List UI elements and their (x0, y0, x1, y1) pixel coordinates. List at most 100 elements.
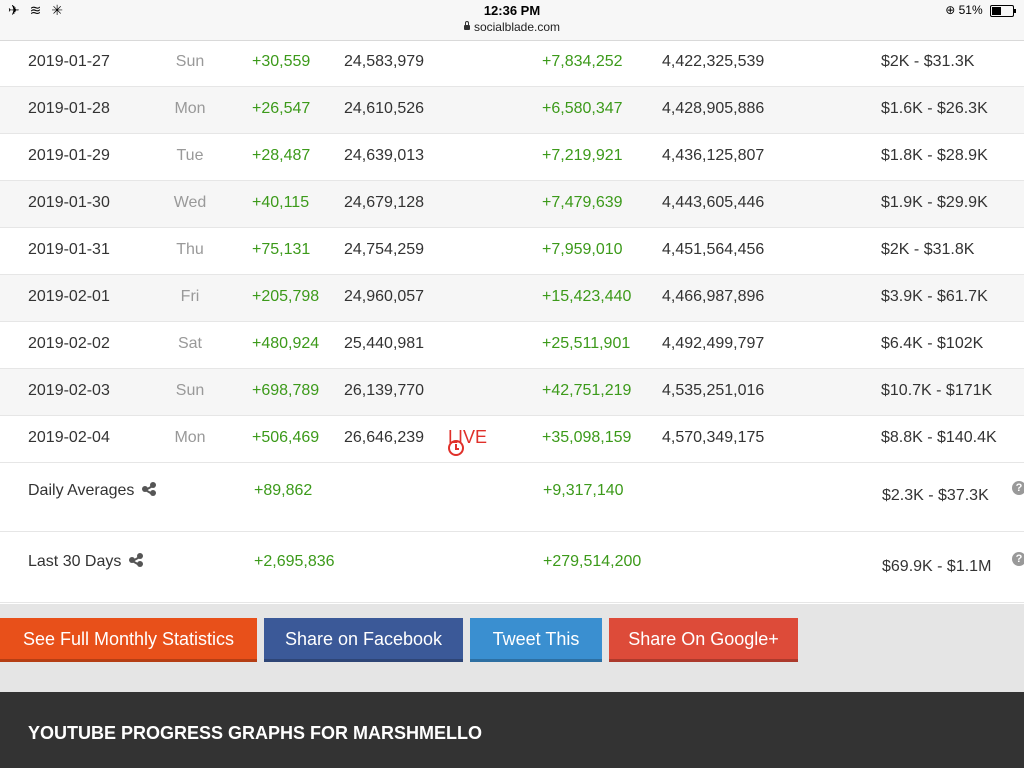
orientation-lock-icon: ⊕ (945, 3, 956, 17)
view-total-cell: 4,451,564,456 (662, 241, 765, 258)
earnings-cell: $6.4K - $102K (881, 335, 984, 352)
daily-stats-table: 2019-01-27 Sun +30,559 24,583,979 +7,834,252… (0, 40, 1024, 463)
day-cell: Sun (175, 382, 205, 399)
earnings-cell: $8.8K - $140.4K (881, 429, 997, 446)
table-row: 2019-02-02 Sat +480,924 25,440,981 +25,511,9… (0, 322, 1024, 369)
section-title: YOUTUBE PROGRESS GRAPHS FOR MARSHMELLO (28, 723, 483, 743)
share-on-google-plus-button[interactable]: Share On Google+ (609, 618, 798, 662)
battery-icon (990, 4, 1016, 17)
table-row: 2019-01-28 Mon +26,547 24,610,526 +6,580,347… (0, 87, 1024, 134)
see-full-monthly-statistics-button[interactable]: See Full Monthly Statistics (0, 618, 257, 662)
earnings-cell: $2K - $31.8K (881, 241, 975, 258)
summary-label-text: Daily Averages (28, 482, 135, 499)
tweet-this-button[interactable]: Tweet This (470, 618, 602, 662)
table-row: 2019-01-31 Thu +75,131 24,754,259 +7,959,010… (0, 228, 1024, 275)
view-delta-cell: +25,511,901 (542, 335, 631, 352)
view-delta-cell: +7,219,921 (542, 147, 623, 164)
table-row: 2019-01-30 Wed +40,115 24,679,128 +7,479,639… (0, 181, 1024, 228)
date-cell: 2019-02-01 (28, 288, 110, 305)
earnings-cell: $1.8K - $28.9K (881, 147, 988, 164)
subscriber-total-cell: 24,639,013 (344, 147, 425, 164)
subscriber-total-cell: 24,754,259 (344, 241, 425, 258)
clock-time: 12:36 PM (483, 3, 541, 18)
table-row: 2019-02-01 Fri +205,798 24,960,057 +15,423,4… (0, 275, 1024, 322)
summary-label: Last 30 Days (28, 553, 144, 571)
subscriber-total-cell: 24,583,979 (344, 53, 425, 70)
subscriber-total-cell: 25,440,981 (344, 335, 425, 352)
date-cell: 2019-01-28 (28, 100, 110, 117)
subscriber-total-cell: 24,960,057 (344, 288, 425, 305)
summary-label-text: Last 30 Days (28, 553, 122, 570)
day-cell: Fri (180, 288, 200, 305)
date-cell: 2019-01-27 (28, 53, 110, 70)
summary-row-daily-averages: Daily Averages +89,862 +9,317,140 $2.3K … (0, 461, 1024, 532)
view-delta-cell: +6,580,347 (542, 100, 623, 117)
view-delta-cell: +15,423,440 (542, 288, 632, 305)
table-row: 2019-01-27 Sun +30,559 24,583,979 +7,834,252… (0, 40, 1024, 87)
day-cell: Sun (175, 53, 205, 70)
view-total-cell: 4,466,987,896 (662, 288, 765, 305)
summary-earnings: $2.3K - $37.3K (882, 487, 989, 504)
progress-graphs-section: YOUTUBE PROGRESS GRAPHS FOR MARSHMELLO (0, 692, 1024, 768)
subscriber-total-cell: 26,139,770 (344, 382, 425, 399)
live-indicator[interactable]: LIVE (448, 427, 487, 456)
battery-fill (992, 6, 1001, 15)
view-total-cell: 4,443,605,446 (662, 194, 765, 211)
table-row: 2019-02-03 Sun +698,789 26,139,770 +42,751,2… (0, 369, 1024, 416)
share-button-bar: See Full Monthly Statistics Share on Fac… (0, 604, 1024, 692)
summary-view-delta: +279,514,200 (543, 553, 642, 570)
subscriber-delta-cell: +698,789 (252, 382, 320, 399)
summary-earnings: $69.9K - $1.1M (882, 558, 992, 575)
date-cell: 2019-01-31 (28, 241, 110, 258)
view-total-cell: 4,570,349,175 (662, 429, 765, 446)
earnings-cell: $3.9K - $61.7K (881, 288, 988, 305)
table-row: 2019-01-29 Tue +28,487 24,639,013 +7,219,921… (0, 134, 1024, 181)
earnings-cell: $1.9K - $29.9K (881, 194, 988, 211)
day-cell: Mon (174, 100, 206, 117)
view-total-cell: 4,428,905,886 (662, 100, 765, 117)
date-cell: 2019-02-03 (28, 382, 110, 399)
clock-icon (448, 440, 464, 456)
earnings-cell: $2K - $31.3K (881, 53, 975, 70)
summary-sub-delta: +89,862 (254, 482, 313, 499)
view-delta-cell: +35,098,159 (542, 429, 632, 446)
help-icon[interactable]: ? (1012, 481, 1024, 495)
summary-sub-delta: +2,695,836 (254, 553, 335, 570)
status-bar: ✈ ≋ ✳ 12:36 PM socialblade.com ⊕ 51% (0, 0, 1024, 41)
subscriber-delta-cell: +30,559 (252, 53, 311, 70)
view-total-cell: 4,436,125,807 (662, 147, 765, 164)
day-cell: Mon (174, 429, 206, 446)
subscriber-delta-cell: +28,487 (252, 147, 311, 164)
summary-view-delta: +9,317,140 (543, 482, 624, 499)
day-cell: Sat (177, 335, 202, 352)
view-delta-cell: +7,479,639 (542, 194, 623, 211)
date-cell: 2019-01-29 (28, 147, 110, 164)
subscriber-delta-cell: +75,131 (252, 241, 311, 258)
subscriber-delta-cell: +480,924 (252, 335, 320, 352)
view-delta-cell: +42,751,219 (542, 382, 632, 399)
date-cell: 2019-01-30 (28, 194, 110, 211)
help-icon[interactable]: ? (1012, 552, 1024, 566)
day-cell: Thu (176, 241, 204, 258)
date-cell: 2019-02-02 (28, 335, 110, 352)
view-total-cell: 4,535,251,016 (662, 382, 765, 399)
status-right: ⊕ 51% (945, 3, 1016, 17)
date-cell: 2019-02-04 (28, 429, 110, 446)
share-icon[interactable] (142, 482, 157, 496)
view-delta-cell: +7,959,010 (542, 241, 623, 258)
share-on-facebook-button[interactable]: Share on Facebook (264, 618, 463, 662)
subscriber-delta-cell: +26,547 (252, 100, 311, 117)
earnings-cell: $10.7K - $171K (881, 382, 993, 399)
address-bar[interactable]: socialblade.com (0, 20, 1024, 34)
earnings-cell: $1.6K - $26.3K (881, 100, 988, 117)
subscriber-delta-cell: +506,469 (252, 429, 320, 446)
day-cell: Tue (176, 147, 204, 164)
subscriber-delta-cell: +205,798 (252, 288, 320, 305)
summary-row-last-30-days: Last 30 Days +2,695,836 +279,514,200 $69… (0, 532, 1024, 603)
share-icon[interactable] (129, 553, 144, 567)
view-total-cell: 4,422,325,539 (662, 53, 765, 70)
lock-icon (463, 21, 470, 30)
battery-percent: 51% (958, 3, 983, 17)
view-total-cell: 4,492,499,797 (662, 335, 765, 352)
subscriber-total-cell: 24,679,128 (344, 194, 425, 211)
